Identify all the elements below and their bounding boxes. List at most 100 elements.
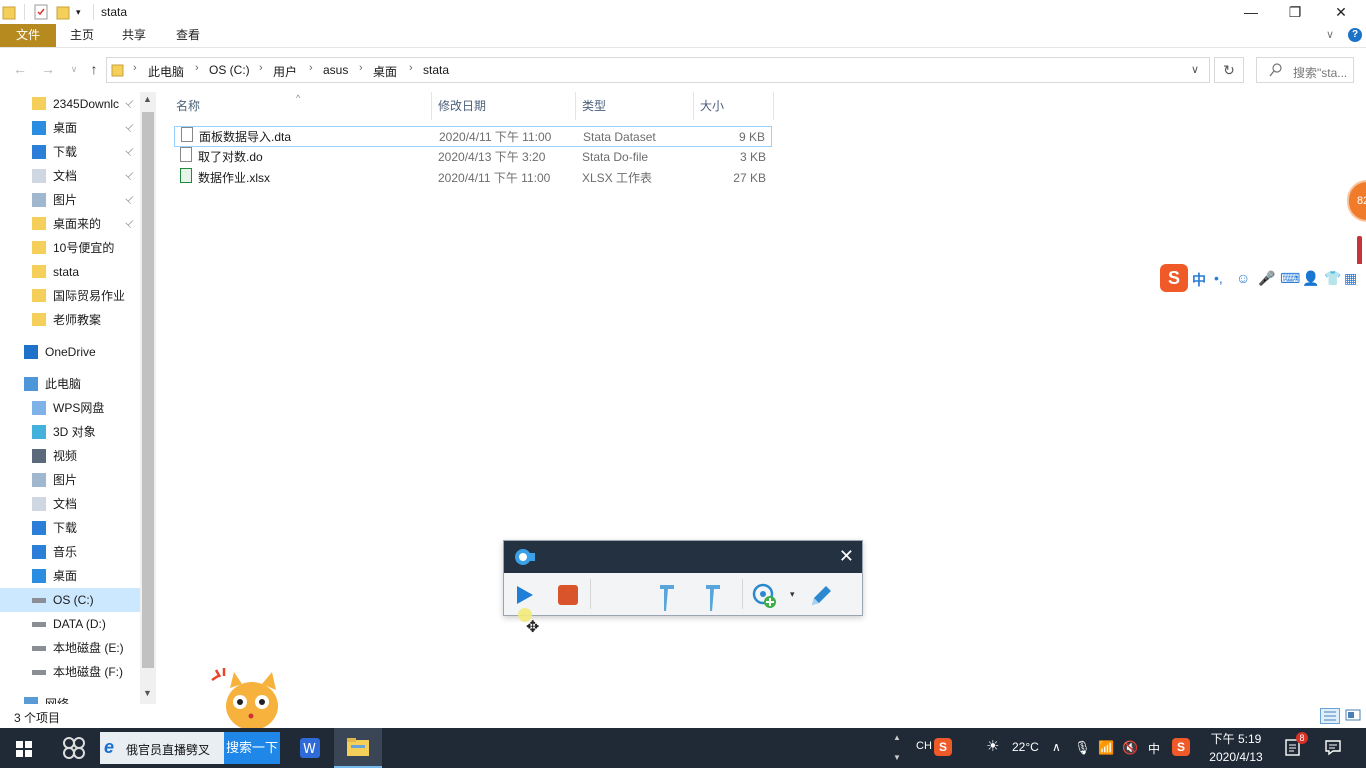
column-header-date[interactable]: 修改日期 [432,92,576,120]
tab-file[interactable]: 文件 [0,24,56,47]
sidebar-item[interactable]: 文档 [0,492,140,516]
sidebar-item[interactable]: 国际贸易作业 [0,284,140,308]
breadcrumb-os-c[interactable]: OS (C:) [209,63,250,77]
mark-in-button[interactable] [656,583,680,611]
address-bar[interactable]: › 此电脑 › OS (C:) › 用户 › asus › 桌面 › stata… [106,57,1210,83]
sidebar-item[interactable]: 老师教案 [0,308,140,332]
sidebar-item[interactable]: 此电脑 [0,372,140,396]
navigation-scroll-thumb[interactable] [142,112,154,668]
sogou-tray-icon[interactable]: S [934,738,952,756]
maximize-button[interactable]: ❐ [1272,0,1318,24]
sidebar-item[interactable]: DATA (D:) [0,612,140,636]
sidebar-item[interactable]: 桌面 [0,564,140,588]
tab-share[interactable]: 共享 [108,24,160,47]
sidebar-item[interactable]: stata [0,260,140,284]
scroll-down-icon[interactable]: ▼ [143,688,152,698]
recorder-title-bar[interactable]: ✕ [504,541,862,573]
properties-icon[interactable] [33,4,49,20]
task-view-button[interactable] [50,728,98,768]
sidebar-item[interactable]: 桌面 ⊥ [0,116,140,140]
ime-mode-indicator[interactable]: 中 [1148,740,1160,757]
cat-mascot[interactable] [210,668,280,730]
sidebar-item[interactable]: 10号便宜的 [0,236,140,260]
refresh-button[interactable]: ↻ [1214,57,1244,83]
user-icon[interactable]: 👤 [1302,270,1319,287]
new-folder-icon[interactable] [56,4,70,20]
address-dropdown-icon[interactable]: ∨ [1191,63,1199,76]
file-row[interactable]: 取了对数.do 2020/4/13 下午 3:20 Stata Do-file 3 K… [174,147,772,168]
sidebar-item[interactable]: 下载 ⊥ [0,140,140,164]
mark-out-button[interactable] [702,583,726,611]
forward-button[interactable]: → [38,58,58,80]
up-button[interactable]: ↑ [84,58,104,80]
recorder-close-button[interactable]: ✕ [839,545,854,567]
recent-locations-button[interactable]: ∨ [64,58,84,80]
webcam-dropdown-icon[interactable]: ▾ [790,589,795,600]
volume-muted-icon[interactable]: 🔇 [1122,740,1138,756]
stop-button[interactable] [556,583,580,607]
breadcrumb-this-pc[interactable]: 此电脑 [148,63,184,80]
sidebar-item[interactable]: 2345Downlc ⊥ [0,92,140,116]
temperature-text[interactable]: 22°C [1012,740,1039,754]
scroll-up-icon[interactable]: ▲ [143,94,152,104]
taskbar-search-button[interactable]: 搜索一下 [224,732,280,764]
help-icon[interactable]: ? [1348,28,1362,42]
column-header-size[interactable]: 大小 [694,92,774,120]
sidebar-item[interactable]: 桌面来的 ⊥ [0,212,140,236]
sidebar-item[interactable]: 文档 ⊥ [0,164,140,188]
sogou-tray-icon-2[interactable]: S [1172,738,1190,756]
minimize-button[interactable]: — [1228,0,1274,24]
screen-recorder-widget[interactable]: ✕ ▾ [503,540,863,616]
microphone-tray-icon[interactable]: 🎙 [1074,740,1091,756]
breadcrumb-users[interactable]: 用户 [273,63,297,80]
quick-access-dropdown-icon[interactable]: ▾ [76,4,88,20]
ribbon-expand-icon[interactable]: ∨ [1326,28,1334,41]
sidebar-item[interactable]: 本地磁盘 (F:) [0,660,140,684]
back-button[interactable]: ← [10,58,30,80]
play-button[interactable] [512,583,536,607]
tab-home[interactable]: 主页 [56,24,108,47]
taskbar-scroll-arrows[interactable]: ▲ ▼ [890,728,904,768]
keyboard-icon[interactable]: ⌨ [1280,270,1300,287]
sidebar-item[interactable]: OneDrive [0,340,140,364]
sidebar-item[interactable]: WPS网盘 [0,396,140,420]
column-header-name[interactable]: 名称 ^ [170,92,432,120]
ime-punctuation-toggle[interactable]: •, [1214,270,1223,286]
large-icons-view-button[interactable] [1344,708,1362,724]
search-box[interactable]: 搜索"sta... [1256,57,1354,83]
sidebar-item[interactable]: 网络 [0,692,140,704]
clock[interactable]: 下午 5:19 2020/4/13 [1196,730,1276,766]
ime-language-toggle[interactable]: 中 [1192,270,1206,290]
floating-speed-badge[interactable]: 82 [1347,180,1366,222]
file-row[interactable]: 面板数据导入.dta 2020/4/11 下午 11:00 Stata Datase… [174,126,772,147]
breadcrumb-asus[interactable]: asus [323,63,348,77]
taskbar-search-box[interactable]: e 俄官员直播劈叉 [100,732,224,764]
sidebar-item[interactable]: 图片 [0,468,140,492]
microphone-icon[interactable]: 🎤 [1258,270,1275,287]
input-language-indicator[interactable]: CH [916,740,932,752]
breadcrumb-desktop[interactable]: 桌面 [373,63,397,80]
wifi-icon[interactable]: 📶 [1098,740,1114,756]
webcam-add-button[interactable] [752,583,776,608]
sidebar-item[interactable]: 下载 [0,516,140,540]
toolbox-grid-icon[interactable]: ▦ [1344,270,1357,287]
sidebar-item[interactable]: 图片 ⊥ [0,188,140,212]
skin-shirt-icon[interactable]: 👕 [1324,270,1341,287]
action-center-button[interactable] [1324,738,1342,756]
sidebar-item[interactable]: OS (C:) [0,588,140,612]
annotate-button[interactable] [808,583,832,607]
breadcrumb-stata[interactable]: stata [423,63,449,77]
sidebar-item[interactable]: 3D 对象 [0,420,140,444]
sidebar-item[interactable]: 音乐 [0,540,140,564]
wps-writer-taskbar[interactable]: W [288,728,332,768]
file-explorer-taskbar[interactable] [334,728,382,768]
details-view-button[interactable] [1320,708,1340,724]
column-header-type[interactable]: 类型 [576,92,694,120]
sun-weather-icon[interactable]: ☀ [986,737,999,755]
close-button[interactable]: ✕ [1318,0,1364,24]
emoji-icon[interactable]: ☺ [1236,270,1250,286]
tab-view[interactable]: 查看 [162,24,214,47]
sidebar-item[interactable]: 视频 [0,444,140,468]
file-row[interactable]: 数据作业.xlsx 2020/4/11 下午 11:00 XLSX 工作表 27 KB [174,168,772,189]
start-button[interactable] [0,728,48,768]
